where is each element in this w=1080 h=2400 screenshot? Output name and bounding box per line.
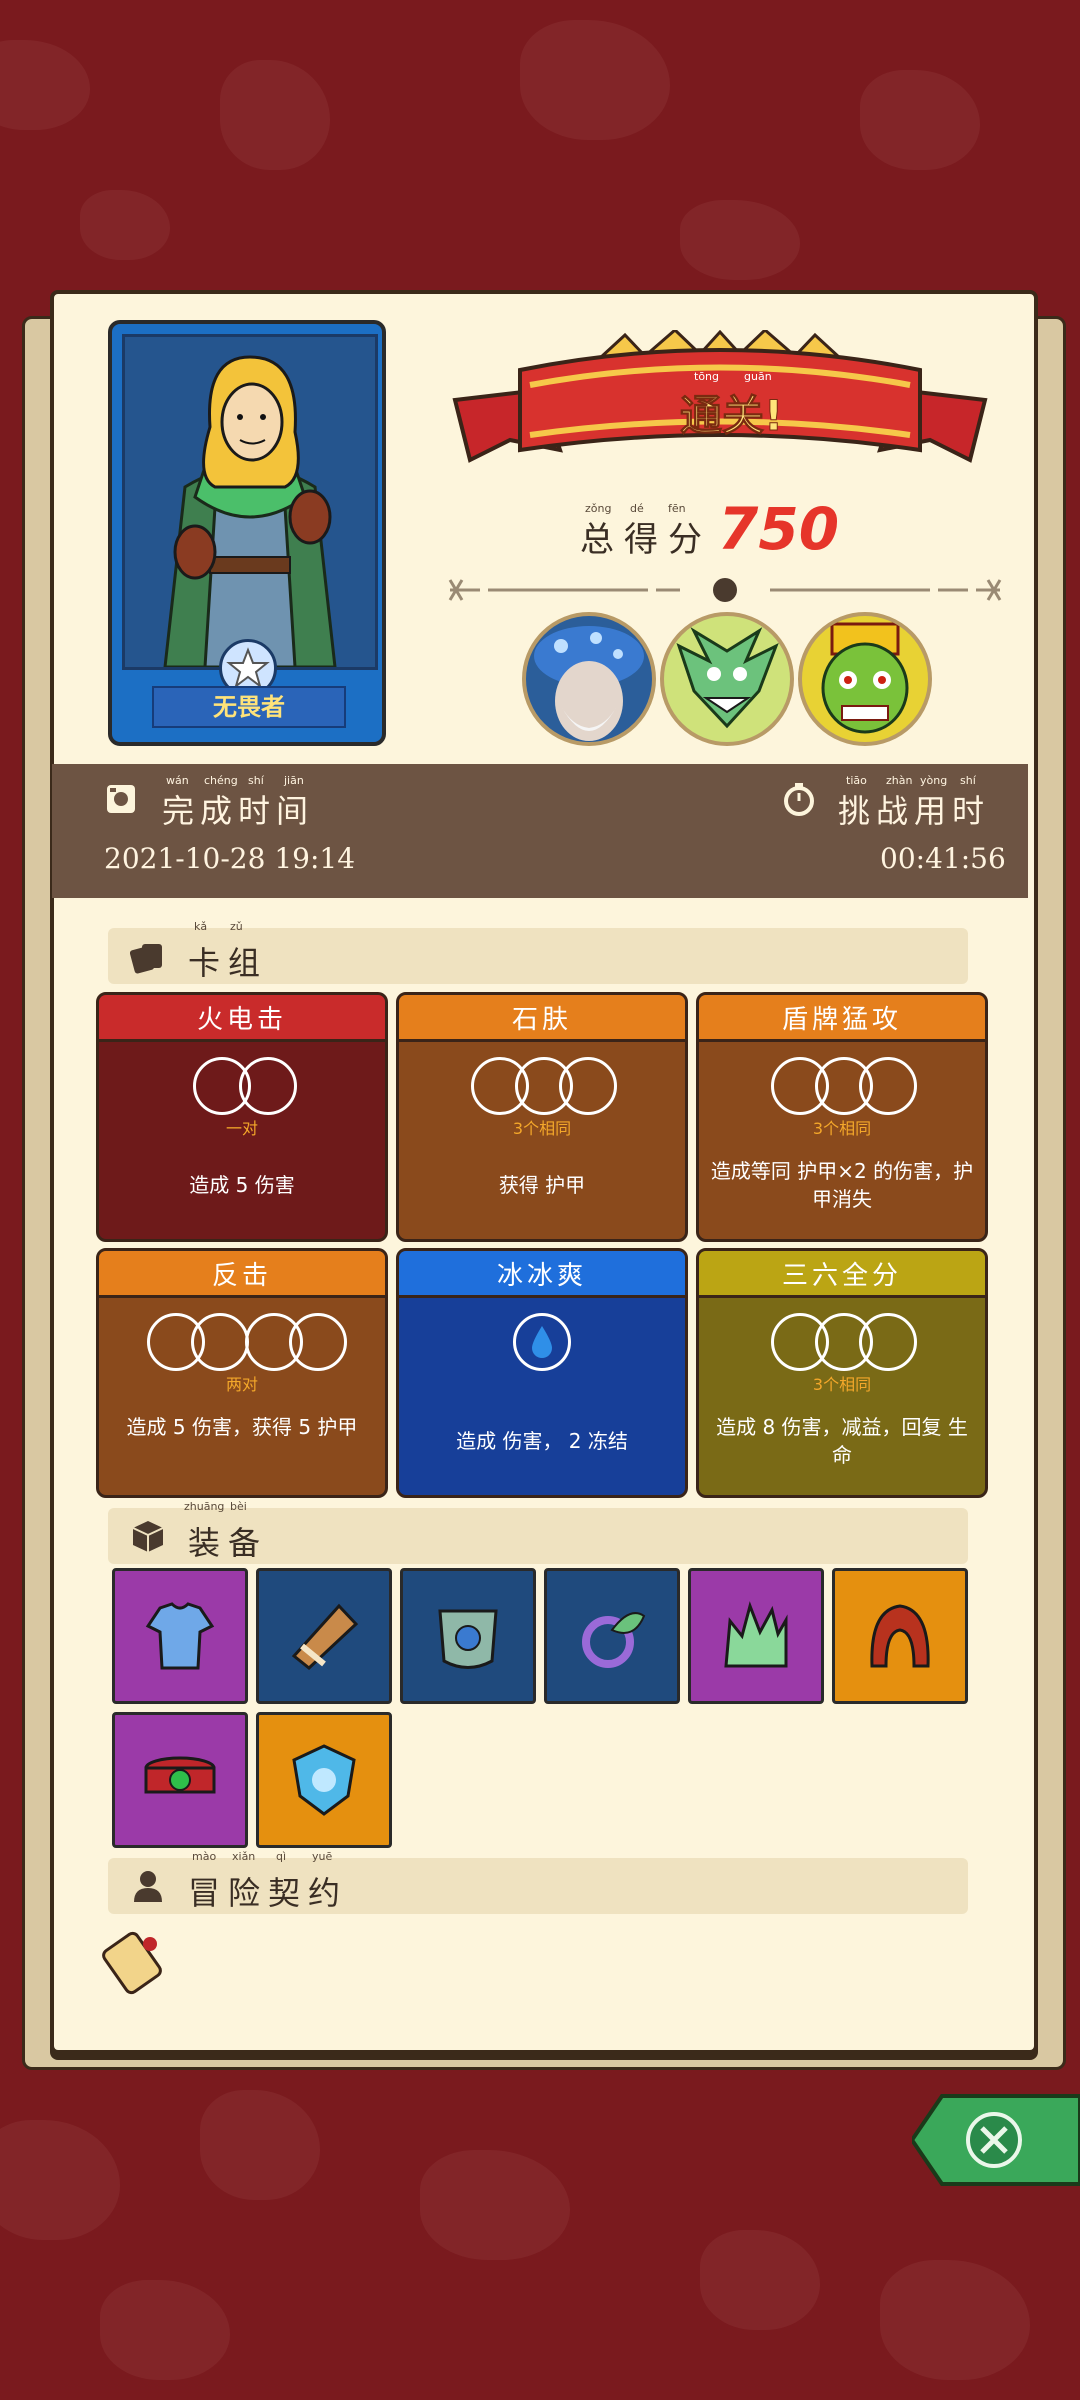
deck-pinyin-2: zǔ: [230, 920, 243, 933]
contract-pinyin-3: qì: [276, 1850, 287, 1863]
dice-slot: [191, 1313, 249, 1371]
card-description: 造成 伤害， 2 冻结: [456, 1429, 628, 1453]
ornament-divider: [440, 575, 1010, 605]
card-description: 造成等同 护甲×2 的伤害，护甲消失: [710, 1159, 974, 1211]
card-requirement: 一对: [225, 1119, 258, 1138]
deck-pinyin-1: kǎ: [194, 920, 208, 933]
dice-slot: [289, 1313, 347, 1371]
card-fire-shock[interactable]: 火电击 一对 造成 5 伤害: [96, 992, 388, 1242]
equipment-slot-5[interactable]: [688, 1568, 824, 1704]
horn-icon: [291, 1603, 359, 1670]
cards-icon: [129, 938, 166, 974]
equipment-slot-4[interactable]: [544, 1568, 680, 1704]
leaf-ring-icon: [582, 1612, 646, 1668]
card-requirement: 3个相同: [512, 1119, 572, 1138]
boss-portrait-2[interactable]: [660, 612, 794, 746]
equipment-slot-2[interactable]: [256, 1568, 392, 1704]
calendar-icon: [104, 782, 138, 816]
card-counterattack[interactable]: 反击 两对 造成 5 伤害，获得 5 护甲: [96, 1248, 388, 1498]
score-value: 750: [718, 495, 840, 563]
equipment-section-header: zhuāng bèi 装备: [108, 1500, 968, 1564]
equipment-slot-6[interactable]: [832, 1568, 968, 1704]
card-stone-skin[interactable]: 石肤 3个相同 获得 护甲: [396, 992, 688, 1242]
contract-section-header: mào xiǎn qì yuē 冒险契约: [108, 1850, 968, 1914]
dice-slot: [859, 1313, 917, 1371]
card-title: 三六全分: [781, 1261, 902, 1291]
deck-section-header: kǎ zǔ 卡组: [108, 920, 968, 984]
card-title: 盾牌猛攻: [781, 1005, 902, 1035]
card-title: 反击: [211, 1261, 272, 1291]
card-three-six[interactable]: 三六全分 3个相同 造成 8 伤害，减益，回复 生命: [696, 1248, 988, 1498]
deck-title: 卡组: [188, 944, 269, 982]
belt-icon: [144, 1756, 216, 1794]
water-drop-icon: [532, 1326, 552, 1358]
card-requirement: 两对: [225, 1375, 258, 1394]
card-shield-bash[interactable]: 盾牌猛攻 3个相同 造成等同 护甲×2 的伤害，护甲消失: [696, 992, 988, 1242]
contract-pinyin-2: xiǎn: [232, 1850, 256, 1863]
box-icon: [130, 1518, 166, 1554]
hero-name: 无畏者: [152, 686, 346, 728]
finish-time-value: 2021-10-28 19:14: [104, 842, 356, 875]
contract-scroll-icon[interactable]: [98, 1920, 178, 2000]
equipment-slot-3[interactable]: [400, 1568, 536, 1704]
card-requirement: 3个相同: [812, 1119, 872, 1138]
card-description: 获得 护甲: [498, 1173, 586, 1197]
card-title: 火电击: [196, 1005, 287, 1035]
card-description: 造成 8 伤害，减益，回复 生命: [716, 1415, 968, 1467]
boss-portrait-1[interactable]: [522, 612, 656, 746]
chest-armor-icon: [438, 1609, 498, 1669]
dice-slot: [513, 1313, 571, 1371]
card-description: 造成 5 伤害: [189, 1173, 295, 1197]
hero-portrait: [122, 334, 378, 670]
equipment-slot-7[interactable]: [112, 1712, 248, 1848]
contract-pinyin-1: mào: [192, 1850, 217, 1863]
card-description: 造成 5 伤害，获得 5 护甲: [126, 1415, 358, 1439]
card-title: 冰冰爽: [496, 1261, 587, 1291]
dice-slot: [239, 1057, 297, 1115]
victory-title: 通关!: [679, 391, 784, 441]
stopwatch-icon: [782, 782, 816, 816]
finish-time-label: 完成时间: [162, 792, 315, 830]
challenge-time-value: 00:41:56: [880, 842, 1006, 875]
card-requirement: 3个相同: [812, 1375, 872, 1394]
contract-pinyin-4: yuē: [312, 1850, 333, 1863]
shield-gem-icon: [292, 1744, 356, 1816]
equipment-slot-8[interactable]: [256, 1712, 392, 1848]
equipment-title: 装备: [188, 1524, 269, 1562]
person-icon: [130, 1868, 166, 1904]
equipment-pinyin-2: bèi: [230, 1500, 247, 1513]
hero-card[interactable]: 无畏者: [108, 320, 386, 746]
tunic-icon: [145, 1602, 215, 1670]
hood-icon: [870, 1604, 930, 1668]
close-button[interactable]: [909, 2092, 1080, 2188]
challenge-time-label: 挑战用时: [838, 792, 991, 830]
crystal-crown-icon: [724, 1601, 788, 1668]
boss-portrait-3[interactable]: [798, 612, 932, 746]
equipment-slot-1[interactable]: [112, 1568, 248, 1704]
contract-title: 冒险契约: [188, 1874, 349, 1912]
dice-slot: [559, 1057, 617, 1115]
score-label: 总得分: [580, 520, 712, 560]
equipment-pinyin-1: zhuāng: [184, 1500, 225, 1513]
card-title: 石肤: [511, 1005, 572, 1035]
dice-slot: [859, 1057, 917, 1115]
card-ice-cool[interactable]: 冰冰爽 造成 伤害， 2 冻结: [396, 1248, 688, 1498]
